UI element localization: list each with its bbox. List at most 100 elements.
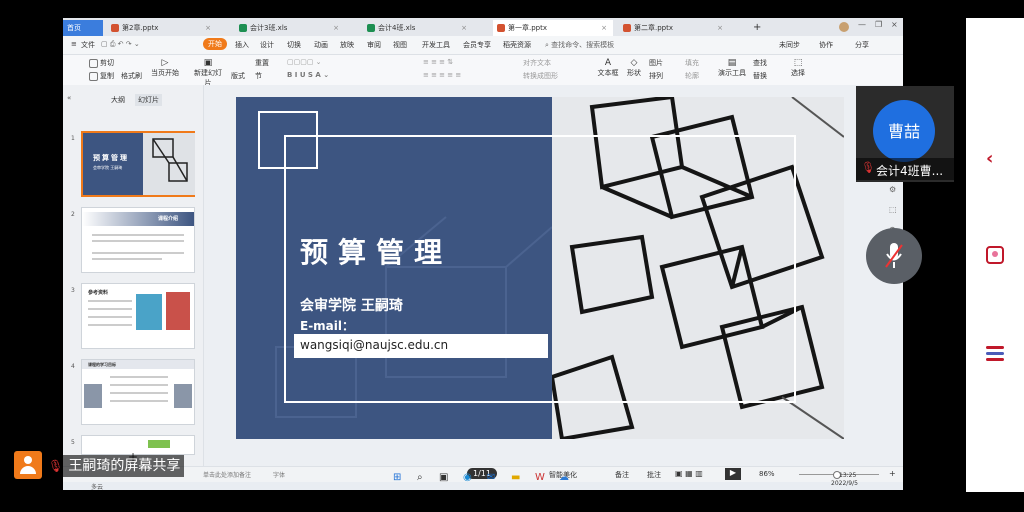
font-name-dropdown[interactable]: ▢▢▢▢ ⌄ bbox=[287, 58, 322, 66]
new-slide-button[interactable]: ▣ 新建幻灯片 bbox=[191, 58, 225, 88]
menu-transition[interactable]: 切换 bbox=[287, 40, 301, 50]
thumb-slide-1[interactable]: 预算管理 会审学院 王嗣琦 bbox=[81, 131, 195, 197]
tab-file[interactable]: 会计3班.xls × bbox=[235, 20, 345, 36]
reset-button[interactable]: 重置 bbox=[255, 58, 269, 68]
tab-file[interactable]: 第2章.pptx × bbox=[107, 20, 217, 36]
tab-file[interactable]: 第二章.pptx × bbox=[619, 20, 729, 36]
textbox-button[interactable]: A 文本框 bbox=[597, 58, 619, 78]
presentation-tools[interactable]: ▤ 演示工具 bbox=[717, 58, 747, 78]
close-icon[interactable]: × bbox=[461, 20, 467, 36]
menu-developer[interactable]: 开发工具 bbox=[422, 40, 450, 50]
fill-button[interactable]: 填充 bbox=[685, 58, 699, 68]
windows-start-icon[interactable]: ⊞ bbox=[393, 472, 401, 483]
menu-slideshow[interactable]: 放映 bbox=[340, 40, 354, 50]
thumb-text-line bbox=[92, 258, 162, 260]
play-slideshow-button[interactable]: ▶ bbox=[725, 468, 741, 480]
menu-review[interactable]: 审阅 bbox=[367, 40, 381, 50]
shape-button[interactable]: ◇ 形状 bbox=[625, 58, 643, 78]
comment-button[interactable]: 批注 bbox=[647, 470, 661, 480]
tab-home[interactable]: 首页 bbox=[63, 20, 103, 36]
arrange-button[interactable]: 排列 bbox=[649, 71, 663, 81]
menu-animation[interactable]: 动画 bbox=[314, 40, 328, 50]
participant-tile[interactable]: 曹喆 🎙 会计4班曹... bbox=[856, 86, 954, 182]
meeting-app-icon[interactable]: ☁ bbox=[559, 472, 569, 483]
collaborate-button[interactable]: 协作 bbox=[819, 40, 833, 50]
section-dropdown[interactable]: 节 bbox=[255, 71, 262, 81]
thumb-text-line bbox=[92, 252, 184, 254]
close-icon[interactable]: × bbox=[717, 20, 723, 36]
close-icon[interactable]: × bbox=[205, 20, 211, 36]
notes-placeholder[interactable]: 单击此处添加备注 bbox=[203, 470, 251, 479]
thumb-slide-4[interactable]: 课程的学习目标 bbox=[81, 359, 195, 425]
edge-icon[interactable]: ◉ bbox=[463, 472, 472, 483]
menu-member[interactable]: 会员专享 bbox=[463, 40, 491, 50]
tools-icon: ▤ bbox=[727, 58, 737, 68]
format-painter-button[interactable]: 格式刷 bbox=[121, 71, 142, 81]
thumb-text-line bbox=[88, 324, 132, 326]
menu-home[interactable]: 开始 bbox=[203, 38, 227, 50]
thumb-number: 1 bbox=[71, 135, 75, 142]
thumb-image bbox=[174, 384, 192, 408]
layout-dropdown[interactable]: 版式 bbox=[231, 71, 245, 81]
notes-button[interactable]: 备注 bbox=[615, 470, 629, 480]
restore-icon[interactable]: ❐ bbox=[875, 20, 882, 29]
command-search[interactable]: ⌕ 查找命令、搜索模板 bbox=[545, 40, 614, 50]
new-tab-button[interactable]: + bbox=[749, 20, 765, 36]
paragraph-buttons[interactable]: ≡ ≡ ≡ ⇅ bbox=[423, 58, 453, 66]
tab-outline[interactable]: 大纲 bbox=[111, 95, 125, 105]
play-from-current-button[interactable]: ▷ 当页开始 bbox=[151, 58, 179, 78]
cursor-icon: ⬚ bbox=[793, 58, 803, 68]
copy-button[interactable]: 复制 bbox=[89, 71, 114, 81]
wps-icon[interactable]: W bbox=[535, 472, 545, 483]
hamburger-icon[interactable]: ≡ bbox=[71, 40, 77, 48]
view-mode-icons[interactable]: ▣ ▦ ▥ bbox=[675, 469, 703, 478]
align-buttons[interactable]: ≡ ≡ ≡ ≡ ≡ bbox=[423, 71, 461, 79]
replace-button[interactable]: 替换 bbox=[753, 71, 767, 81]
current-slide[interactable]: 预算管理 会审学院 王嗣琦 E-mail： wangsiqi@naujsc.ed… bbox=[236, 97, 844, 439]
label: 当页开始 bbox=[151, 69, 179, 77]
menu-lines-icon[interactable] bbox=[986, 346, 1004, 361]
collapse-icon[interactable]: « bbox=[67, 94, 71, 102]
mail-icon[interactable]: ✉ bbox=[487, 472, 495, 483]
chevron-left-icon[interactable]: ‹ bbox=[986, 148, 993, 169]
minimize-icon[interactable]: — bbox=[858, 20, 866, 29]
tab-slides[interactable]: 幻灯片 bbox=[135, 94, 162, 106]
cut-button[interactable]: 剪切 bbox=[89, 58, 114, 68]
menu-docer[interactable]: 稻壳资源 bbox=[503, 40, 531, 50]
tab-file-active[interactable]: 第一章.pptx × bbox=[493, 20, 613, 36]
tab-label: 第二章.pptx bbox=[634, 24, 673, 32]
tab-file[interactable]: 会计4班.xls × bbox=[363, 20, 473, 36]
sync-status[interactable]: 未同步 bbox=[779, 40, 800, 50]
menu-design[interactable]: 设计 bbox=[260, 40, 274, 50]
menu-view[interactable]: 视图 bbox=[393, 40, 407, 50]
quick-access-icons[interactable]: ▢ ⎙ ↶ ↷ ⌄ bbox=[101, 40, 140, 49]
align-text-dropdown[interactable]: 对齐文本 bbox=[523, 58, 551, 68]
folder-icon[interactable]: ▬ bbox=[511, 472, 520, 483]
mute-toggle-button[interactable] bbox=[866, 228, 922, 284]
select-button[interactable]: ⬚ 选择 bbox=[789, 58, 807, 78]
outline-button[interactable]: 轮廓 bbox=[685, 71, 699, 81]
email-label: E-mail： bbox=[300, 319, 355, 333]
close-icon[interactable]: × bbox=[333, 20, 339, 36]
new-slide-icon: ▣ bbox=[203, 58, 213, 68]
convert-to-graphic[interactable]: 转换成图形 bbox=[523, 71, 558, 81]
side-tool-icon[interactable]: ⬚ bbox=[889, 205, 897, 214]
zoom-in-icon[interactable]: + bbox=[889, 469, 896, 478]
find-button[interactable]: 查找 bbox=[753, 58, 767, 68]
task-view-icon[interactable]: ▣ bbox=[439, 472, 448, 483]
close-window-icon[interactable]: × bbox=[891, 20, 898, 29]
reaction-icon[interactable] bbox=[986, 246, 1004, 264]
thumb-slide-2[interactable]: 课程介绍 bbox=[81, 207, 195, 273]
side-tool-icon[interactable]: ⚙ bbox=[889, 185, 896, 194]
avatar[interactable] bbox=[839, 22, 849, 32]
picture-button[interactable]: 图片 bbox=[649, 58, 663, 68]
share-button[interactable]: 分享 bbox=[855, 40, 869, 50]
clock-date: 2022/9/5 bbox=[831, 480, 858, 487]
menu-file[interactable]: 文件 bbox=[81, 40, 95, 50]
close-icon[interactable]: × bbox=[601, 20, 607, 36]
thumb-slide-3[interactable]: 参考资料 bbox=[81, 283, 195, 349]
search-placeholder: 查找命令、搜索模板 bbox=[551, 41, 615, 49]
menu-insert[interactable]: 插入 bbox=[235, 40, 249, 50]
search-icon[interactable]: ⌕ bbox=[417, 472, 423, 483]
font-style-buttons[interactable]: B I U S A ⌄ bbox=[287, 71, 329, 79]
